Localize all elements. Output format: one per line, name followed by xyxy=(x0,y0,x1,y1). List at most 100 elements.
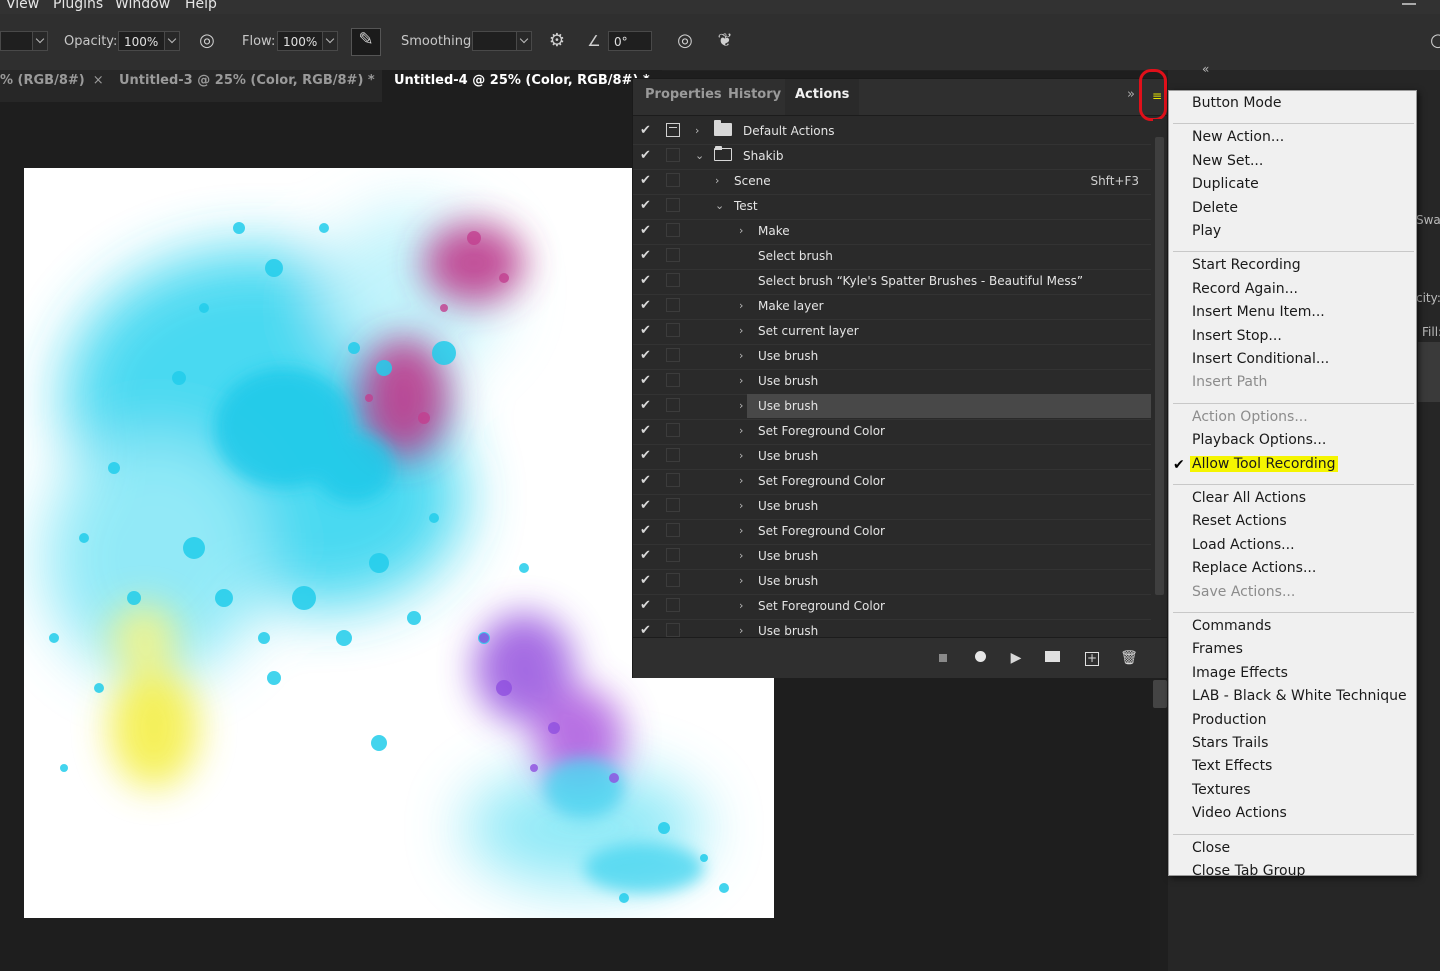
dialog-toggle-box[interactable] xyxy=(666,523,680,537)
dialog-toggle-box[interactable] xyxy=(666,398,680,412)
chevron-right-icon[interactable]: › xyxy=(739,549,743,562)
symmetry-icon[interactable]: ❦ xyxy=(713,30,737,52)
dialog-toggle-box[interactable] xyxy=(666,423,680,437)
menu-item-new-set[interactable]: New Set... xyxy=(1192,153,1263,169)
action-row[interactable]: ✔ › Use brush xyxy=(633,369,1151,395)
checkmark-icon[interactable]: ✔ xyxy=(640,323,651,338)
menu-item-insert-conditional[interactable]: Insert Conditional... xyxy=(1192,351,1329,367)
checkmark-icon[interactable]: ✔ xyxy=(640,298,651,313)
checkmark-icon[interactable]: ✔ xyxy=(640,548,651,563)
trash-icon[interactable]: 🗑 xyxy=(1119,648,1139,668)
dialog-toggle-box[interactable] xyxy=(666,598,680,612)
menu-item-allow-tool-recording[interactable]: Allow Tool Recording xyxy=(1190,455,1338,472)
play-icon[interactable]: ▶ xyxy=(1006,648,1026,668)
chevron-right-icon[interactable]: › xyxy=(739,499,743,512)
dialog-toggle-box[interactable] xyxy=(666,348,680,362)
tab-actions[interactable]: Actions xyxy=(785,79,860,115)
checkmark-icon[interactable]: ✔ xyxy=(640,198,651,213)
opacity-dropdown[interactable] xyxy=(164,31,180,51)
action-row[interactable]: ✔ › Use brush xyxy=(633,569,1151,595)
menu-view[interactable]: View xyxy=(6,0,39,12)
chevron-right-icon[interactable]: › xyxy=(739,599,743,612)
doc-tab-1[interactable]: % (RGB/8#) × xyxy=(0,70,114,102)
tab-history[interactable]: History xyxy=(718,79,791,115)
menu-item-button-mode[interactable]: Button Mode xyxy=(1192,95,1282,111)
chevron-down-icon[interactable]: ⌄ xyxy=(715,199,724,212)
menu-item-video-actions[interactable]: Video Actions xyxy=(1192,805,1287,821)
checkmark-icon[interactable]: ✔ xyxy=(640,273,651,288)
menu-item-text-effects[interactable]: Text Effects xyxy=(1192,758,1272,774)
menu-item-frames[interactable]: Frames xyxy=(1192,641,1243,657)
dialog-toggle-box[interactable] xyxy=(666,623,680,637)
action-row[interactable]: ✔ › Set Foreground Color xyxy=(633,594,1151,620)
action-row[interactable]: ✔ ⌄ Test xyxy=(633,194,1151,220)
dialog-toggle-box[interactable] xyxy=(666,473,680,487)
actions-scroll-thumb[interactable] xyxy=(1155,137,1164,595)
flow-dropdown[interactable] xyxy=(322,31,338,51)
action-row[interactable]: ✔ › Default Actions xyxy=(633,119,1151,145)
dialog-toggle-box[interactable] xyxy=(666,548,680,562)
pressure-size-icon[interactable]: ◎ xyxy=(673,30,697,52)
menu-item-insert-menu-item[interactable]: Insert Menu Item... xyxy=(1192,304,1325,320)
action-row[interactable]: ✔ › Use brush xyxy=(633,394,1151,420)
menu-item-duplicate[interactable]: Duplicate xyxy=(1192,176,1259,192)
action-row[interactable]: ✔ › Set Foreground Color xyxy=(633,419,1151,445)
menu-help[interactable]: Help xyxy=(185,0,217,12)
chevron-right-icon[interactable]: › xyxy=(695,124,699,137)
dialog-toggle-box[interactable] xyxy=(666,298,680,312)
dialog-toggle-box[interactable] xyxy=(666,373,680,387)
minimize-icon[interactable] xyxy=(1402,3,1416,5)
gear-icon[interactable]: ⚙ xyxy=(546,30,568,52)
mode-dropdown[interactable] xyxy=(32,31,48,51)
menu-item-start-recording[interactable]: Start Recording xyxy=(1192,257,1301,273)
chevron-right-icon[interactable]: › xyxy=(739,624,743,637)
action-row[interactable]: ✔ Select brush xyxy=(633,244,1151,270)
checkmark-icon[interactable]: ✔ xyxy=(640,423,651,438)
menu-item-play[interactable]: Play xyxy=(1192,223,1221,239)
angle-input[interactable]: 0° xyxy=(608,31,652,51)
menu-item-clear-all-actions[interactable]: Clear All Actions xyxy=(1192,490,1306,506)
menu-item-commands[interactable]: Commands xyxy=(1192,618,1271,634)
opacity-input[interactable]: 100% xyxy=(118,31,166,51)
menu-item-close-tab-group[interactable]: Close Tab Group xyxy=(1192,863,1305,879)
chevron-right-icon[interactable]: › xyxy=(739,349,743,362)
action-row[interactable]: ✔ › Make layer xyxy=(633,294,1151,320)
checkmark-icon[interactable]: ✔ xyxy=(640,348,651,363)
dock-collapse-icon[interactable]: « xyxy=(1202,62,1209,76)
chevron-right-icon[interactable]: › xyxy=(739,574,743,587)
record-icon[interactable] xyxy=(970,648,990,668)
chevron-right-icon[interactable]: › xyxy=(739,474,743,487)
checkmark-icon[interactable]: ✔ xyxy=(640,148,651,163)
dialog-toggle-box[interactable] xyxy=(666,573,680,587)
action-row[interactable]: ✔ › Use brush xyxy=(633,444,1151,470)
menu-item-replace-actions[interactable]: Replace Actions... xyxy=(1192,560,1316,576)
dialog-toggle-box[interactable] xyxy=(666,148,680,162)
menu-window[interactable]: Window xyxy=(115,0,170,12)
smoothing-input[interactable] xyxy=(472,31,518,51)
menu-plugins[interactable]: Plugins xyxy=(53,0,103,12)
swatches-tab-fragment[interactable]: Swat xyxy=(1416,213,1440,227)
menu-item-playback-options[interactable]: Playback Options... xyxy=(1192,432,1326,448)
dialog-toggle-box[interactable] xyxy=(666,173,680,187)
action-row[interactable]: ✔ › Set current layer xyxy=(633,319,1151,345)
checkmark-icon[interactable]: ✔ xyxy=(640,598,651,613)
menu-item-reset-actions[interactable]: Reset Actions xyxy=(1192,513,1287,529)
chevron-right-icon[interactable]: › xyxy=(715,174,719,187)
action-row[interactable]: ✔ › Scene Shft+F3 xyxy=(633,169,1151,195)
pressure-opacity-icon[interactable]: ◎ xyxy=(195,30,219,52)
action-row[interactable]: ✔ Select brush “Kyle's Spatter Brushes - … xyxy=(633,269,1151,295)
chevron-right-icon[interactable]: › xyxy=(739,424,743,437)
dialog-toggle-box[interactable] xyxy=(666,498,680,512)
menu-item-lab-black-white-technique[interactable]: LAB - Black & White Technique xyxy=(1192,688,1407,704)
action-row[interactable]: ✔ › Use brush xyxy=(633,344,1151,370)
checkmark-icon[interactable]: ✔ xyxy=(640,248,651,263)
new-action-icon[interactable]: + xyxy=(1082,648,1102,668)
action-row[interactable]: ✔ › Set Foreground Color xyxy=(633,519,1151,545)
dialog-toggle-box[interactable] xyxy=(666,198,680,212)
action-row[interactable]: ✔ › Use brush xyxy=(633,494,1151,520)
doc-tab-2[interactable]: Untitled-3 @ 25% (Color, RGB/8#) *× xyxy=(109,70,404,102)
checkmark-icon[interactable]: ✔ xyxy=(640,173,651,188)
checkmark-icon[interactable]: ✔ xyxy=(640,523,651,538)
chevron-right-icon[interactable]: › xyxy=(739,449,743,462)
menu-item-production[interactable]: Production xyxy=(1192,712,1266,728)
